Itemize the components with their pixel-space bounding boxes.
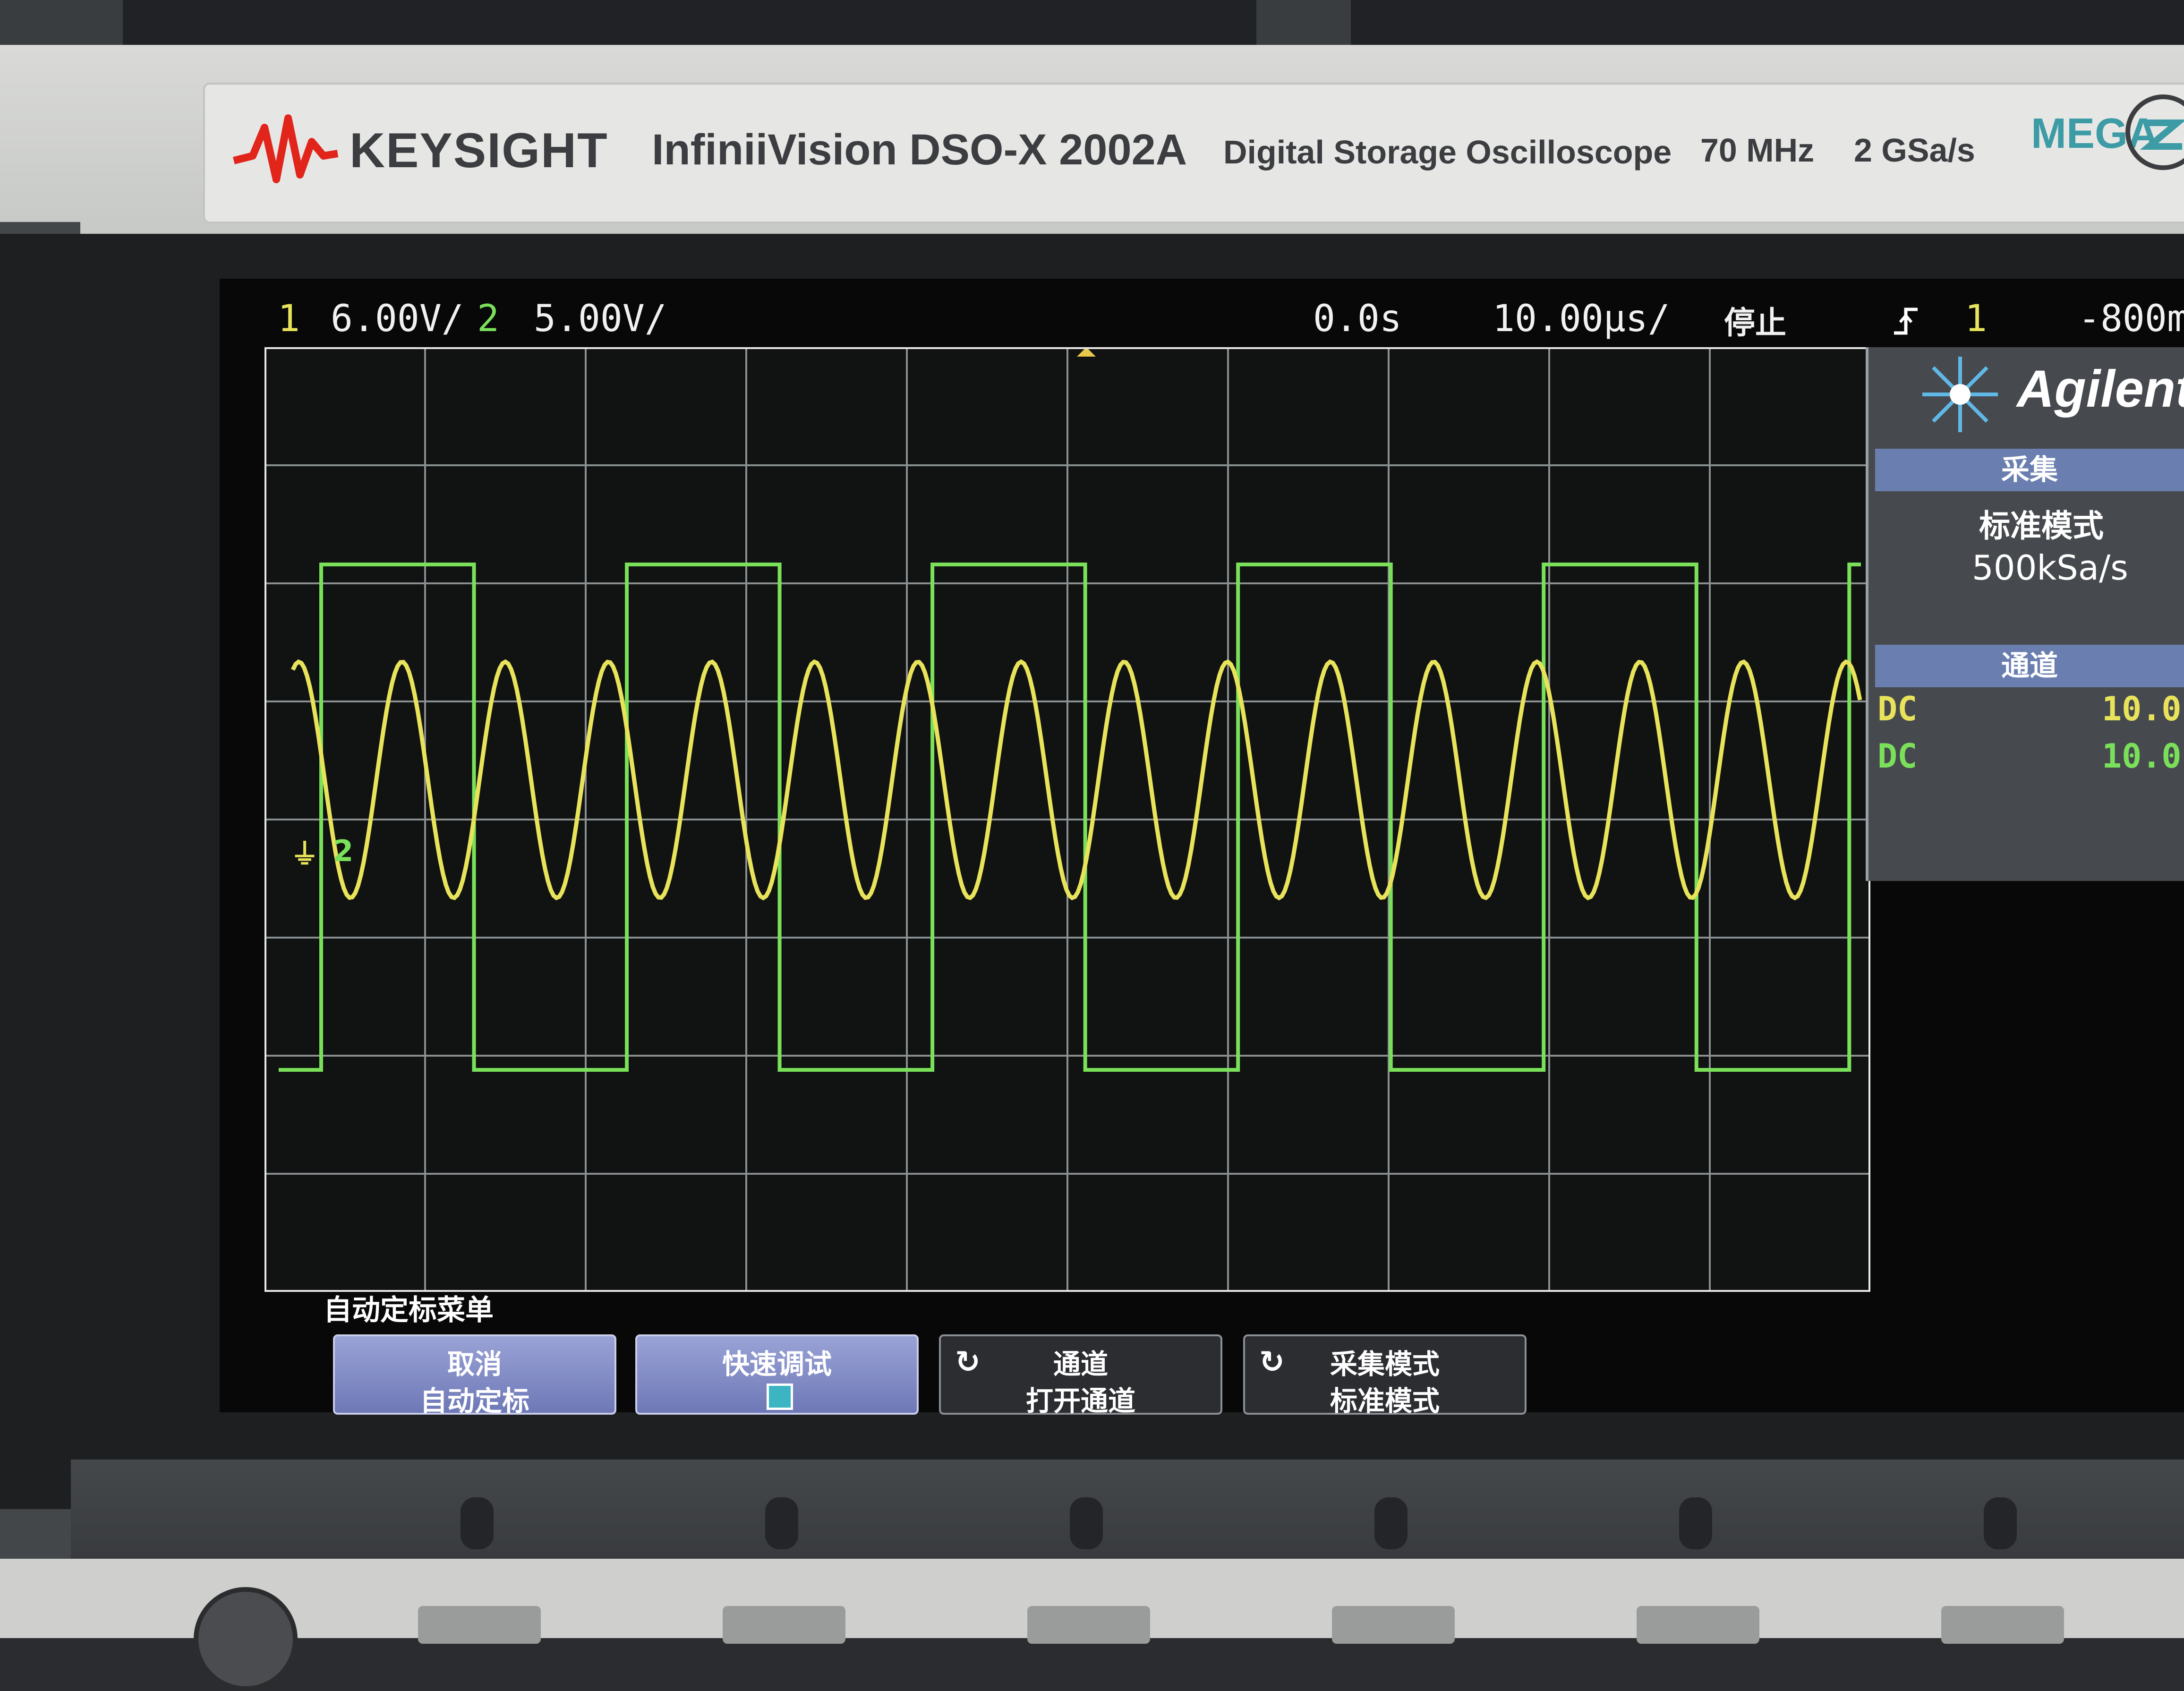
model-name: InfiniiVision DSO-X 2002A (652, 126, 1187, 174)
softkey-label: 打开通道 (1025, 1385, 1135, 1417)
ch1-number: 1 (278, 298, 300, 340)
softkey-label: 采集模式 (1330, 1348, 1440, 1380)
softkey-notch (1679, 1497, 1712, 1549)
entry-knob[interactable] (194, 1587, 298, 1691)
channels-softkey[interactable]: ↻ 通道 打开通道 (939, 1334, 1222, 1417)
acquire-mode: 标准模式 (1979, 508, 2104, 544)
softkey-label: 快速调试 (722, 1348, 832, 1380)
side-brand: Agilent (2017, 360, 2184, 418)
ch1-probe: 10.0: (2102, 690, 2184, 728)
softkey-label: 标准模式 (1330, 1385, 1440, 1417)
brand-name: KEYSIGHT (350, 123, 608, 178)
ground-marker-icon[interactable]: ⏚ (290, 831, 319, 872)
ch1-scale: 6.00V/ (331, 298, 464, 340)
softkey-button-1[interactable] (418, 1606, 541, 1644)
run-state: 停止 (1724, 305, 1786, 341)
ch2-number: 2 (477, 298, 499, 340)
softkey-label: 通道 (1053, 1348, 1108, 1380)
softkey-button-4[interactable] (1332, 1606, 1455, 1644)
ch1-coupling: DC (1877, 690, 1918, 728)
side-panel (1866, 347, 2184, 881)
softkey-notch (1984, 1497, 2017, 1549)
keysight-logo-icon (233, 114, 339, 183)
bandwidth-label: 70 MHz (1700, 132, 1815, 169)
time-delay: 0.0s (1313, 298, 1402, 340)
acquire-rate: 500kSa/s (1972, 548, 2128, 588)
fast-debug-checkbox[interactable] (767, 1384, 793, 1410)
softkey-notch (1070, 1497, 1103, 1549)
trigger-source: 1 (1965, 298, 1987, 340)
ch2-scale: 5.00V/ (534, 298, 667, 340)
ch2-probe: 10.0: (2102, 737, 2184, 776)
bezel-slot (1351, 0, 2184, 45)
softkey-button-6[interactable] (1941, 1606, 2064, 1644)
timebase: 10.00µs/ (1493, 298, 1670, 340)
fast-debug-softkey[interactable]: 快速调试 (635, 1334, 919, 1415)
cancel-autoscale-softkey[interactable]: 取消 自动定标 (333, 1334, 616, 1417)
softkey-label: 取消 (447, 1348, 502, 1380)
channel-header[interactable]: 通道 (1875, 645, 2184, 687)
zoom-badge-icon (2125, 94, 2184, 170)
acquire-mode-softkey[interactable]: ↻ 采集模式 标准模式 (1243, 1334, 1527, 1417)
sample-rate-label: 2 GSa/s (1854, 132, 1975, 169)
softkey-button-5[interactable] (1637, 1606, 1759, 1644)
trigger-level: -800mV (2078, 298, 2184, 340)
ch2-coupling: DC (1877, 737, 1918, 776)
model-description: Digital Storage Oscilloscope (1223, 134, 1672, 171)
softkey-notch (461, 1497, 494, 1549)
bezel-slot (123, 0, 1256, 45)
softkey-label: 自动定标 (419, 1385, 529, 1417)
waveform-display[interactable] (264, 347, 1870, 1292)
softkey-button-3[interactable] (1027, 1606, 1150, 1644)
softkey-button-2[interactable] (723, 1606, 845, 1644)
softkey-notch (1374, 1497, 1408, 1549)
softkey-notch (765, 1497, 798, 1549)
acquire-header[interactable]: 采集 (1875, 449, 2184, 491)
autoscale-menu-title: 自动定标菜单 (324, 1294, 494, 1327)
rising-edge-trigger-icon (1894, 307, 1918, 335)
ch2-ground-marker[interactable]: 2 (333, 834, 353, 868)
agilent-spark-icon (1922, 357, 1998, 432)
